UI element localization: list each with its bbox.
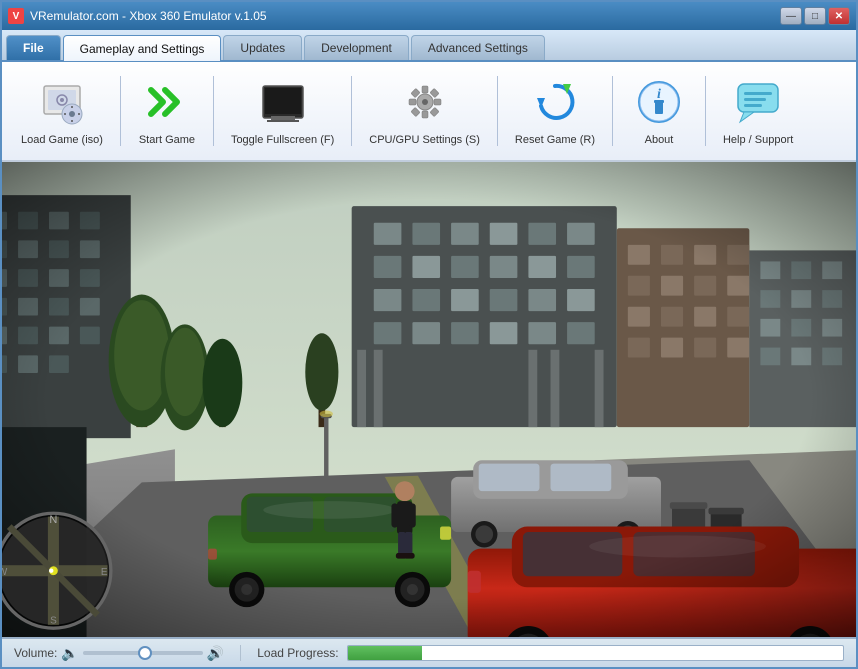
volume-label: Volume: <box>14 646 57 660</box>
svg-text:N: N <box>49 514 57 526</box>
maximize-button[interactable]: □ <box>804 7 826 25</box>
volume-slider[interactable] <box>83 651 203 655</box>
svg-text:E: E <box>101 567 108 578</box>
cpu-gpu-settings-label: CPU/GPU Settings (S) <box>369 134 480 146</box>
load-game-button[interactable]: Load Game (iso) <box>10 69 114 153</box>
start-game-label: Start Game <box>139 134 195 146</box>
load-progress-label: Load Progress: <box>257 646 338 660</box>
about-label: About <box>645 134 674 146</box>
svg-text:W: W <box>2 567 8 578</box>
fullscreen-icon <box>257 76 309 128</box>
divider-2 <box>213 76 214 146</box>
close-button[interactable]: ✕ <box>828 7 850 25</box>
settings-icon <box>399 76 451 128</box>
about-icon: i <box>633 76 685 128</box>
game-viewport: N S W E <box>2 162 856 637</box>
about-button[interactable]: i About <box>619 69 699 153</box>
help-icon <box>732 76 784 128</box>
start-game-icon <box>141 76 193 128</box>
minimize-button[interactable]: — <box>780 7 802 25</box>
volume-max-icon[interactable]: 🔊 <box>207 645 224 662</box>
reset-game-button[interactable]: Reset Game (R) <box>504 69 606 153</box>
title-bar-left: V VRemulator.com - Xbox 360 Emulator v.1… <box>8 8 267 24</box>
tab-file[interactable]: File <box>6 35 61 60</box>
start-game-button[interactable]: Start Game <box>127 69 207 153</box>
divider-5 <box>612 76 613 146</box>
svg-text:i: i <box>657 87 661 102</box>
tab-advanced[interactable]: Advanced Settings <box>411 35 545 60</box>
status-divider <box>240 645 241 661</box>
app-icon: V <box>8 8 24 24</box>
game-scene: N S W E <box>2 162 856 637</box>
volume-control: Volume: 🔈 🔊 <box>14 645 224 662</box>
help-support-label: Help / Support <box>723 134 793 146</box>
toggle-fullscreen-label: Toggle Fullscreen (F) <box>231 134 334 146</box>
volume-min-icon[interactable]: 🔈 <box>61 645 78 662</box>
divider-1 <box>120 76 121 146</box>
tab-development[interactable]: Development <box>304 35 409 60</box>
cpu-gpu-settings-button[interactable]: CPU/GPU Settings (S) <box>358 69 491 153</box>
reset-icon <box>529 76 581 128</box>
load-progress-section: Load Progress: <box>257 645 844 661</box>
window-controls: — □ ✕ <box>780 7 850 25</box>
tab-gameplay[interactable]: Gameplay and Settings <box>63 35 222 61</box>
divider-4 <box>497 76 498 146</box>
tab-strip: File Gameplay and Settings Updates Devel… <box>2 30 856 62</box>
window-title: VRemulator.com - Xbox 360 Emulator v.1.0… <box>30 9 267 23</box>
tab-updates[interactable]: Updates <box>223 35 302 60</box>
load-game-icon <box>36 76 88 128</box>
load-progress-bar <box>347 645 844 661</box>
status-bar: Volume: 🔈 🔊 Load Progress: <box>2 637 856 667</box>
game-scene-svg: N S W E <box>2 162 856 637</box>
progress-bar-fill <box>348 646 422 660</box>
load-game-label: Load Game (iso) <box>21 134 103 146</box>
toolbar: Load Game (iso) Start Game <box>2 62 856 162</box>
svg-text:S: S <box>50 616 57 627</box>
divider-6 <box>705 76 706 146</box>
title-bar: V VRemulator.com - Xbox 360 Emulator v.1… <box>2 2 856 30</box>
reset-game-label: Reset Game (R) <box>515 134 595 146</box>
divider-3 <box>351 76 352 146</box>
volume-slider-thumb[interactable] <box>138 646 152 660</box>
help-support-button[interactable]: Help / Support <box>712 69 804 153</box>
toggle-fullscreen-button[interactable]: Toggle Fullscreen (F) <box>220 69 345 153</box>
main-window: V VRemulator.com - Xbox 360 Emulator v.1… <box>0 0 858 669</box>
